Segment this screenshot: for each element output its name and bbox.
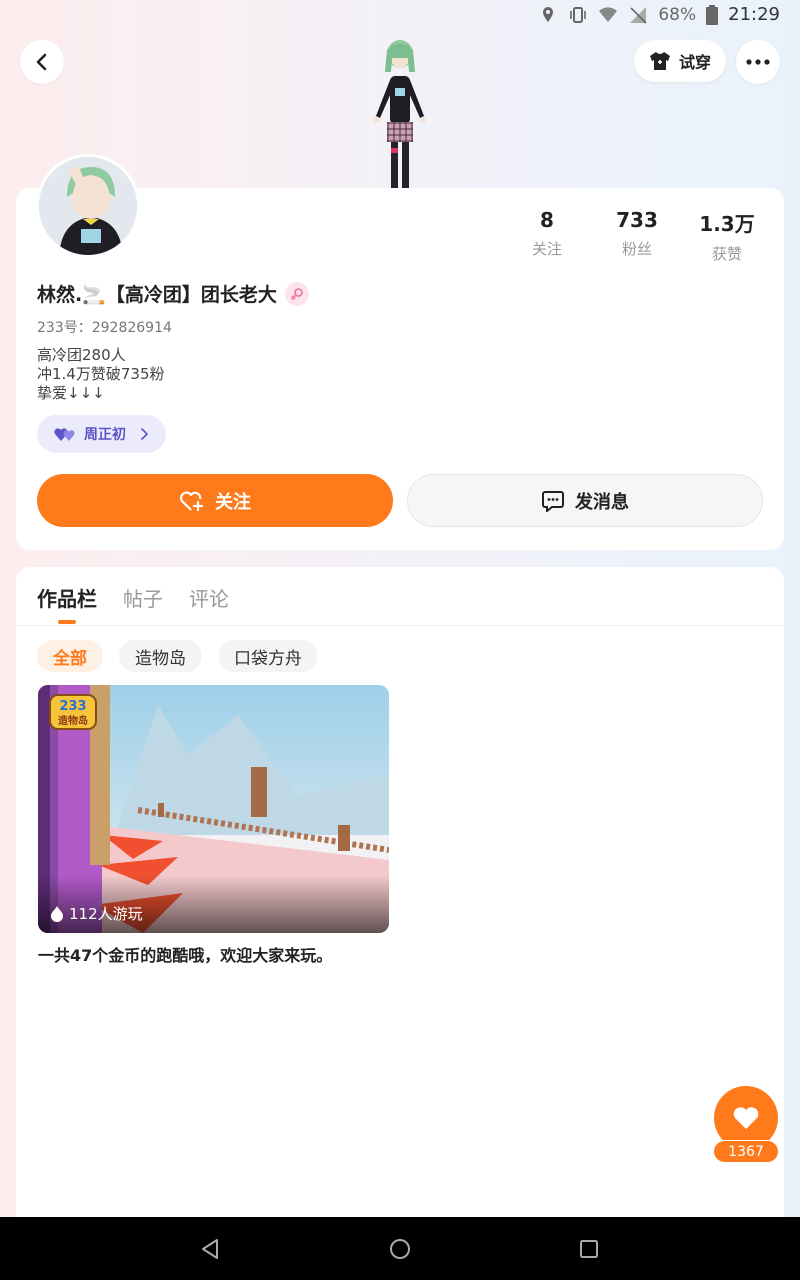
stat-following[interactable]: 8 关注 [502,208,592,264]
nav-recents-button[interactable] [577,1237,601,1261]
female-gender-icon [284,281,309,306]
tab-comments[interactable]: 评论 [189,583,229,612]
game-thumbnail: 233 造物岛 [38,685,389,933]
system-nav-bar [0,1217,800,1280]
tshirt-icon [649,52,670,70]
bio-line: 冲1.4万赞破735粉 [37,365,165,383]
chevron-right-icon [141,428,148,440]
content-tabs: 作品栏 帖子 评论 [37,583,229,612]
svg-text:233: 233 [59,699,86,714]
bio: 高冷团280人 冲1.4万赞破735粉 挚爱↓↓↓ [37,346,165,403]
status-bar: 68% 21:29 [0,0,800,32]
creation-island-logo: 233 造物岛 [49,694,97,730]
battery-percent: 68% [658,4,697,25]
no-signal-icon [630,6,647,24]
play-count-text: 112人游玩 [69,905,143,923]
wifi-icon [599,6,618,22]
filter-all[interactable]: 全部 [37,640,103,672]
more-dots-icon [746,59,770,65]
follow-button[interactable]: 关注 [37,474,393,527]
follow-label: 关注 [215,491,251,513]
filter-chips: 全部 造物岛 口袋方舟 [37,640,318,672]
stat-label: 关注 [531,240,562,258]
bio-line: 挚爱↓↓↓ [37,384,105,402]
location-icon [543,6,554,22]
bio-line: 高冷团280人 [37,346,126,364]
tab-posts[interactable]: 帖子 [123,583,163,612]
username: 林然.🚬【高冷团】团长老大 [37,284,277,306]
stat-value: 8 [540,208,554,232]
nav-home-button[interactable] [388,1237,412,1261]
user-id: 233号：292826914 [37,320,172,336]
stat-likes[interactable]: 1.3万 获赞 [682,208,772,264]
square-recents-icon [580,1240,598,1258]
battery-icon [706,4,719,25]
send-message-button[interactable]: 发消息 [407,474,763,527]
divider [16,625,784,626]
svg-text:造物岛: 造物岛 [58,714,88,727]
try-on-label: 试穿 [678,53,711,72]
play-count: 112人游玩 [50,903,143,924]
cp-name: 周正初 [84,427,126,443]
message-label: 发消息 [575,491,629,513]
username-row: 林然.🚬【高冷团】团长老大 [37,280,309,307]
filter-creation-island[interactable]: 造物岛 [119,640,202,672]
stat-value: 733 [616,208,658,232]
clock: 21:29 [728,4,780,25]
heart-icon [733,1107,759,1129]
more-button[interactable] [736,40,780,84]
cp-relation-chip[interactable]: 周正初 [37,415,166,453]
double-heart-icon [54,428,75,441]
stat-value: 1.3万 [699,212,755,236]
avatar-figure [374,40,426,188]
stat-fans[interactable]: 733 粉丝 [592,208,682,264]
flame-icon [51,906,63,922]
avatar[interactable] [36,154,140,258]
game-card[interactable]: 233 造物岛 [38,685,389,933]
stat-label: 获赞 [711,245,742,263]
tab-indicator [58,620,76,624]
triangle-back-icon [202,1239,218,1259]
stats-row: 8 关注 733 粉丝 1.3万 获赞 [502,208,772,264]
game-title[interactable]: 一共47个金币的跑酷哦，欢迎大家来玩。 [38,942,332,966]
tab-works[interactable]: 作品栏 [37,583,97,612]
heart-plus-icon [180,491,204,511]
like-count: 1367 [713,1140,779,1163]
chat-bubble-icon [542,490,564,512]
circle-home-icon [390,1239,410,1259]
chevron-left-icon [36,53,47,71]
vibrate-icon [570,6,587,23]
try-on-button[interactable]: 试穿 [634,40,726,82]
nav-back-button[interactable] [198,1237,222,1261]
filter-pocket-ark[interactable]: 口袋方舟 [218,640,318,672]
stat-label: 粉丝 [621,240,652,258]
back-button[interactable] [20,40,64,84]
